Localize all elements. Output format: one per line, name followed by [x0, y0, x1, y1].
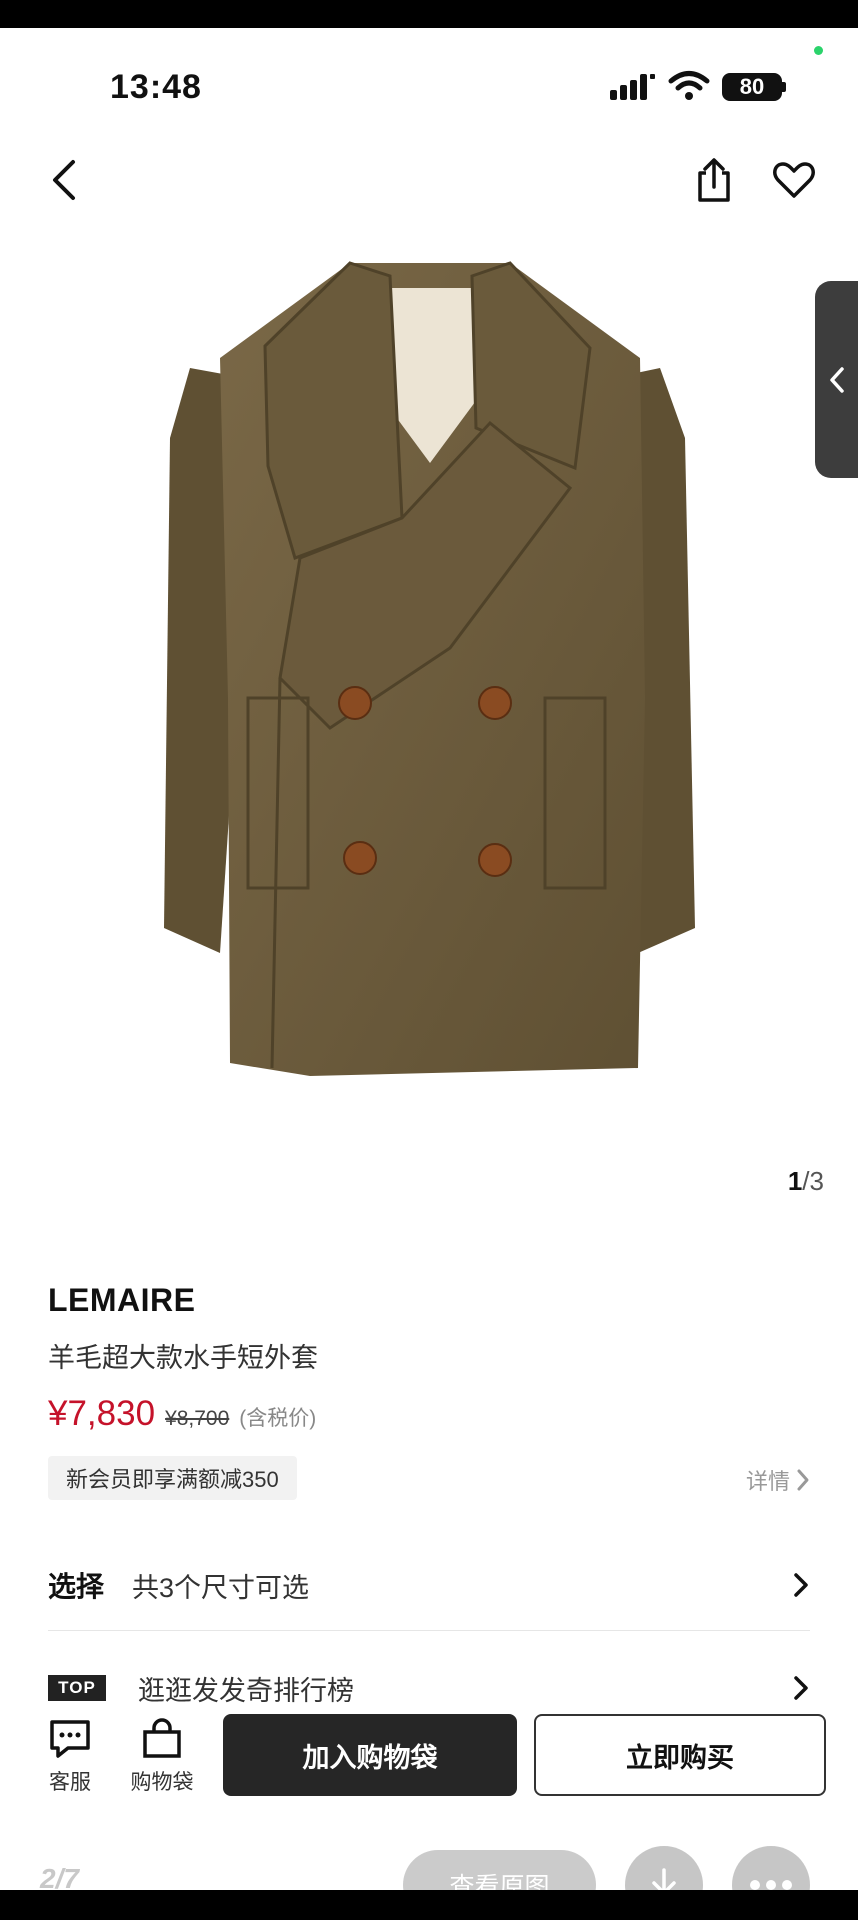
back-button[interactable] [36, 152, 92, 208]
bag-icon [143, 1718, 181, 1758]
battery-indicator: 80 [722, 73, 782, 101]
chevron-right-icon [797, 1469, 809, 1491]
chevron-left-icon [830, 366, 844, 393]
favorite-button[interactable] [766, 152, 822, 208]
share-button[interactable] [686, 152, 742, 208]
select-text: 共3个尺寸可选 [132, 1572, 310, 1603]
cellular-signal-icon [610, 74, 655, 100]
download-button[interactable] [625, 1846, 703, 1890]
tax-note: (含税价) [239, 1407, 317, 1430]
customer-service-button[interactable]: 客服 [40, 1718, 100, 1800]
buy-now-button[interactable]: 立即购买 [534, 1714, 826, 1796]
status-time: 13:48 [110, 68, 202, 106]
view-original-button[interactable]: 查看原图 [403, 1850, 596, 1890]
price-row: ¥7,830 ¥8,700 (含税价) [48, 1394, 316, 1434]
customer-service-label: 客服 [49, 1771, 91, 1794]
promo-badge: 新会员即享满额减350 [48, 1456, 297, 1500]
product-image[interactable] [150, 228, 710, 1088]
add-to-bag-button[interactable]: 加入购物袋 [223, 1714, 517, 1796]
wifi-icon [668, 71, 710, 100]
original-price: ¥8,700 [165, 1407, 230, 1430]
viewer-page-index: 2/7 [40, 1863, 79, 1890]
ranking-row[interactable]: 逛逛发发奇排行榜 [138, 1664, 810, 1712]
chevron-right-icon [794, 1573, 808, 1597]
image-counter-total: 3 [809, 1166, 824, 1196]
share-icon [698, 158, 730, 202]
side-collapse-tab[interactable] [815, 281, 858, 478]
promo-detail-link[interactable]: 详情 [746, 1464, 810, 1496]
battery-tip [782, 82, 786, 92]
download-icon [652, 1868, 676, 1890]
chevron-right-icon [794, 1676, 808, 1700]
image-counter-separator: / [802, 1166, 810, 1196]
ranking-text: 逛逛发发奇排行榜 [138, 1675, 354, 1706]
more-button[interactable] [732, 1846, 810, 1890]
size-select-row[interactable]: 选择 共3个尺寸可选 [48, 1560, 810, 1610]
shopping-bag-button[interactable]: 购物袋 [122, 1718, 202, 1800]
top-badge: TOP [48, 1675, 106, 1701]
image-counter: 1/3 [788, 1166, 824, 1197]
back-icon [53, 160, 75, 200]
divider [48, 1630, 810, 1631]
heart-icon [773, 162, 815, 198]
chat-icon [50, 1720, 90, 1758]
more-icon [750, 1880, 792, 1890]
promo-detail-label: 详情 [745, 1469, 790, 1494]
shopping-bag-label: 购物袋 [130, 1771, 194, 1794]
privacy-indicator-dot [814, 46, 823, 55]
current-price: ¥7,830 [48, 1394, 156, 1433]
screen: 13:48 80 1/3 LEMAIRE 羊毛超大款水手短外套 ¥7,830 ¥… [0, 28, 858, 1890]
image-counter-current: 1 [787, 1166, 803, 1196]
product-brand[interactable]: LEMAIRE [48, 1282, 196, 1319]
product-name: 羊毛超大款水手短外套 [48, 1343, 318, 1373]
select-label: 选择 [48, 1571, 105, 1602]
